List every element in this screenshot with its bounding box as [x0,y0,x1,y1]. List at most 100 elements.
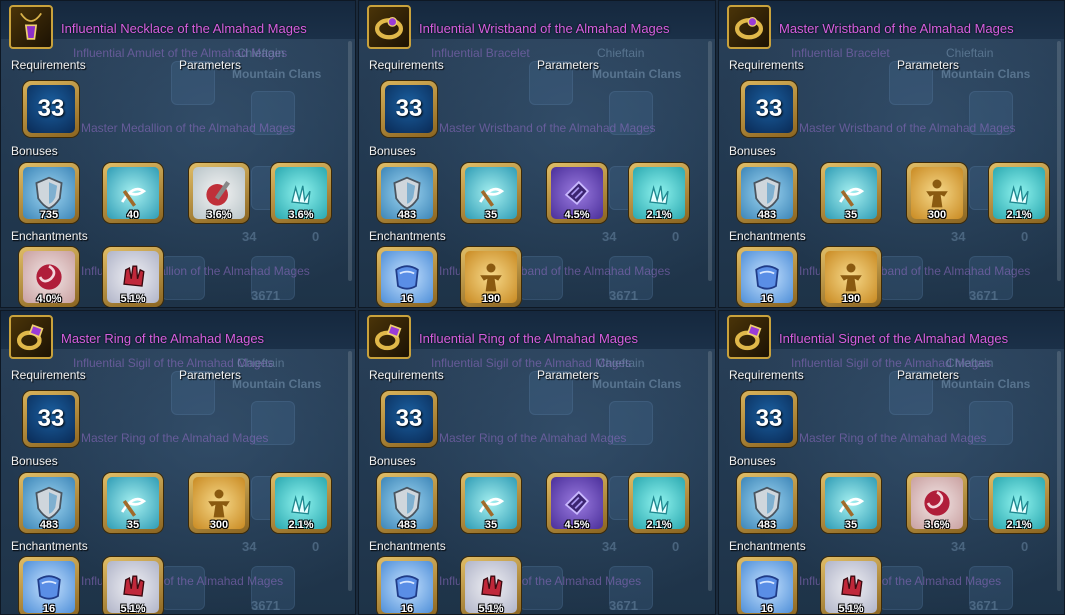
magic-swirl-icon: 35 [465,167,517,219]
stat-tile[interactable]: 5.1% [103,247,163,307]
stat-tile[interactable]: 16 [737,557,797,614]
parameters-label: Parameters [897,368,960,382]
stat-tile[interactable]: 483 [737,163,797,223]
item-tooltip-panel: Influential Amulet of the Almahad Mages M… [0,0,356,308]
background-item-name: Influential Bracelet [791,46,890,60]
stat-tile[interactable]: 300 [907,163,967,223]
red-glove-icon: 5.1% [825,561,877,613]
golden-body-icon: 300 [193,477,245,529]
stat-tile[interactable]: 40 [103,163,163,223]
level-requirement-badge: 33 [741,81,797,137]
stat-tile[interactable]: 483 [19,473,79,533]
background-item-name: Influential Sigil of the Almahad Mages [431,356,632,370]
stat-value: 16 [42,603,56,613]
enchantments-label: Enchantments [729,539,806,553]
item-tooltip-panel: Influential Bracelet Master Wristband of … [718,0,1065,308]
stat-tile[interactable]: 2.1% [989,163,1049,223]
stat-value: 4.5% [564,519,590,529]
background-clan-title: Chieftain [237,46,285,60]
stat-tile[interactable]: 3.6% [907,473,967,533]
level-value: 33 [385,85,433,133]
stat-value: 4.5% [564,209,590,219]
stat-tile[interactable]: 35 [461,163,521,223]
stat-tile[interactable]: 483 [377,163,437,223]
healing-hand-icon: 2.1% [633,477,685,529]
background-stat: 0 [312,229,320,244]
background-slot [251,566,295,610]
stat-tile[interactable]: 35 [461,473,521,533]
stat-tile[interactable]: 35 [821,473,881,533]
red-spiral-icon: 4.0% [23,251,75,303]
red-glove-icon: 5.1% [465,561,517,613]
stat-value: 483 [397,209,417,219]
stat-tile[interactable]: 2.1% [989,473,1049,533]
blue-scroll-icon: 16 [381,561,433,613]
healing-hand-icon: 2.1% [993,477,1045,529]
background-clan-title: Chieftain [597,356,645,370]
stat-tile[interactable]: 190 [461,247,521,307]
stat-tile[interactable]: 5.1% [821,557,881,614]
stat-tile[interactable]: 35 [103,473,163,533]
stat-tile[interactable]: 735 [19,163,79,223]
stat-tile[interactable]: 3.6% [189,163,249,223]
level-value: 33 [745,395,793,443]
background-item-name: Master Ring of the Almahad Mages [81,431,269,445]
background-stat: 0 [672,229,680,244]
background-item-name: Master Ring of the Almahad Mages [439,431,627,445]
background-gold-value: 3671 [251,288,280,303]
golden-body-icon: 300 [911,167,963,219]
stat-tile[interactable]: 2.1% [271,473,331,533]
background-item-name: Influential Sigil of the Almahad Mages [791,356,992,370]
requirements-label: Requirements [369,58,444,72]
background-gold-value: 3671 [609,598,638,613]
stat-tile[interactable]: 5.1% [461,557,521,614]
shield-icon: 483 [381,167,433,219]
stat-tile[interactable]: 2.1% [629,473,689,533]
level-requirement-badge: 33 [23,391,79,447]
background-item-name: Master Wristband of the Almahad Mages [439,121,656,135]
healing-hand-icon: 3.6% [275,167,327,219]
bracelet-icon [367,5,411,49]
stat-tile[interactable]: 483 [377,473,437,533]
enchantments-label: Enchantments [11,229,88,243]
enchantments-label: Enchantments [729,229,806,243]
stat-tile[interactable]: 16 [377,557,437,614]
stat-tile[interactable]: 35 [821,163,881,223]
stat-tile[interactable]: 3.6% [271,163,331,223]
level-value: 33 [385,395,433,443]
background-slot [609,566,653,610]
level-requirement-badge: 33 [741,391,797,447]
parameters-label: Parameters [537,58,600,72]
stat-tile[interactable]: 16 [377,247,437,307]
background-stat: 0 [1021,229,1029,244]
background-slot [969,91,1013,135]
stat-tile[interactable]: 300 [189,473,249,533]
stat-value: 40 [126,209,140,219]
stat-tile[interactable]: 16 [19,557,79,614]
bonuses-label: Bonuses [11,144,58,158]
bonuses-label: Bonuses [369,454,416,468]
stat-value: 4.0% [36,293,62,303]
stat-tile[interactable]: 483 [737,473,797,533]
purple-gauntlet-icon: 4.5% [551,477,603,529]
background-slot [969,566,1013,610]
stat-tile[interactable]: 4.5% [547,163,607,223]
background-clan-title: Chieftain [237,356,285,370]
stat-tile[interactable]: 5.1% [103,557,163,614]
stat-tile[interactable]: 4.5% [547,473,607,533]
necklace-icon [9,5,53,49]
stat-tile[interactable]: 2.1% [629,163,689,223]
stat-tile[interactable]: 16 [737,247,797,307]
background-gold-value: 3671 [969,598,998,613]
stat-value: 16 [400,603,414,613]
stat-value: 35 [484,209,498,219]
magic-swirl-icon: 35 [107,477,159,529]
stat-value: 300 [927,209,947,219]
stat-value: 190 [841,293,861,303]
golden-body-icon: 190 [825,251,877,303]
stat-tile[interactable]: 4.0% [19,247,79,307]
background-stat: 0 [672,539,680,554]
background-stat: 34 [602,539,617,554]
stat-tile[interactable]: 190 [821,247,881,307]
parameters-label: Parameters [179,58,242,72]
